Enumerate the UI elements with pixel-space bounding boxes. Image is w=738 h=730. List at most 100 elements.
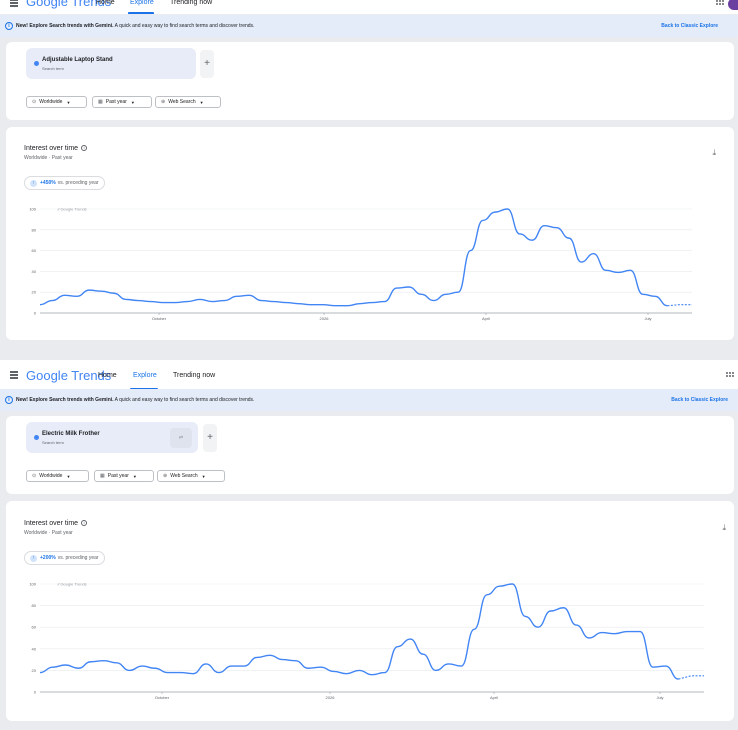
partial-data-line — [667, 304, 692, 307]
change-value: +450% — [40, 180, 56, 186]
gemini-banner: i New! Explore Search trends with Gemini… — [0, 389, 738, 411]
property-dropdown[interactable]: ⊕ Web Search ▼ — [157, 470, 225, 482]
add-term-button[interactable]: + — [200, 50, 214, 78]
change-suffix: vs. preceding year — [57, 180, 99, 186]
period-value: Past year — [107, 473, 129, 479]
chevron-down-icon: ▼ — [201, 473, 206, 479]
period-dropdown[interactable]: ▦ Past year ▼ — [92, 96, 152, 108]
tab-explore[interactable]: Explore — [130, 0, 154, 6]
apps-grid-icon[interactable] — [726, 372, 734, 380]
y-tick-label: 60 — [32, 248, 37, 253]
trends-panel-1: Google Trends Home Explore Trending now … — [0, 0, 738, 352]
location-pin-icon: ⊙ — [32, 99, 37, 105]
change-chip: ↑ +200% vs. preceding year — [24, 551, 105, 565]
back-to-classic-link[interactable]: Back to Classic Explore — [671, 397, 728, 403]
y-tick-label: 100 — [29, 582, 36, 587]
download-icon[interactable]: ⤓ — [722, 523, 726, 533]
change-chip: ↑ +450% vs. preceding year — [24, 176, 105, 190]
tab-explore[interactable]: Explore — [133, 372, 157, 379]
x-tick-label: April — [490, 695, 498, 700]
download-icon[interactable]: ⤓ — [712, 148, 716, 158]
card-title: Interest over time i — [24, 145, 88, 152]
top-bar: Google Trends Home Explore Trending now — [0, 360, 738, 390]
y-tick-label: 20 — [32, 668, 37, 673]
series-color-dot — [34, 61, 39, 66]
menu-icon[interactable] — [10, 0, 24, 9]
y-tick-label: 40 — [32, 269, 37, 274]
partial-data-line — [678, 675, 704, 680]
search-term-name: Electric Milk Frother — [42, 431, 100, 437]
chevron-down-icon: ▼ — [132, 473, 137, 479]
period-value: Past year — [105, 99, 127, 105]
card-subtitle: Worldwide · Past year — [24, 530, 73, 536]
property-value: Web Search — [168, 99, 196, 105]
x-tick-label: 2026 — [326, 695, 336, 700]
chevron-down-icon: ▼ — [199, 99, 204, 105]
compare-icon[interactable]: ⇄ — [170, 428, 192, 448]
banner-text: New! Explore Search trends with Gemini. … — [16, 397, 255, 403]
globe-icon: ⊕ — [161, 99, 166, 105]
banner-text: New! Explore Search trends with Gemini. … — [16, 23, 255, 29]
change-value: +200% — [40, 555, 56, 561]
y-tick-label: 60 — [32, 625, 37, 630]
series-color-dot — [34, 435, 39, 440]
search-term-label: Search term — [42, 440, 64, 445]
search-term-chip[interactable]: Adjustable Laptop Stand Search term — [26, 48, 196, 79]
interest-over-time-card: Interest over time i Worldwide · Past yea… — [6, 127, 734, 340]
apps-grid-icon[interactable] — [716, 0, 724, 8]
location-dropdown[interactable]: ⊙ Worldwide ▼ — [26, 96, 87, 108]
info-icon: i — [5, 396, 13, 404]
gemini-banner: i New! Explore Search trends with Gemini… — [0, 15, 738, 37]
card-subtitle: Worldwide · Past year — [24, 155, 73, 161]
location-value: Worldwide — [39, 99, 63, 105]
calendar-icon: ▦ — [98, 99, 103, 105]
x-tick-label: July — [656, 695, 663, 700]
x-tick-label: October — [152, 316, 167, 321]
google-trends-watermark: ⁄⁄ Google Trends — [57, 207, 87, 212]
interest-chart: 0 20 40 60 80 100 ⁄⁄ Google Trends October 2026 A… — [29, 207, 692, 321]
info-icon[interactable]: i — [81, 520, 88, 527]
arrow-up-icon: ↑ — [30, 554, 37, 562]
x-tick-label: October — [155, 695, 170, 700]
property-dropdown[interactable]: ⊕ Web Search ▼ — [155, 96, 221, 108]
arrow-up-icon: ↑ — [30, 179, 37, 187]
chevron-down-icon: ▼ — [66, 473, 71, 479]
google-trends-watermark: ⁄⁄ Google Trends — [57, 582, 87, 587]
search-term-chip[interactable]: Electric Milk Frother Search term ⇄ — [26, 422, 198, 453]
tab-trending-now[interactable]: Trending now — [173, 372, 215, 379]
avatar[interactable] — [728, 0, 738, 10]
search-term-label: Search term — [42, 66, 64, 71]
info-icon[interactable]: i — [81, 145, 88, 152]
info-icon: i — [5, 22, 13, 30]
menu-icon[interactable] — [10, 371, 24, 381]
property-value: Web Search — [170, 473, 198, 479]
x-tick-label: 2026 — [320, 316, 330, 321]
add-term-button[interactable]: + — [203, 424, 217, 452]
chevron-down-icon: ▼ — [130, 99, 135, 105]
interest-chart: 0 20 40 60 80 100 ⁄⁄ Google Trends October 2026 A… — [29, 582, 704, 700]
tab-home[interactable]: Home — [98, 372, 117, 379]
y-tick-label: 100 — [29, 207, 36, 212]
location-dropdown[interactable]: ⊙ Worldwide ▼ — [26, 470, 89, 482]
y-tick-label: 80 — [32, 603, 37, 608]
top-bar: Google Trends Home Explore Trending now — [0, 0, 738, 14]
tab-trending-now[interactable]: Trending now — [170, 0, 212, 6]
change-suffix: vs. preceding year — [57, 555, 99, 561]
interest-over-time-card: Interest over time i Worldwide · Past yea… — [6, 501, 734, 721]
series-line — [39, 208, 668, 307]
search-card: Electric Milk Frother Search term ⇄ + ⊙ W… — [6, 416, 734, 494]
y-tick-label: 20 — [32, 290, 37, 295]
card-title: Interest over time i — [24, 520, 88, 527]
calendar-icon: ▦ — [100, 473, 105, 479]
search-card: Adjustable Laptop Stand Search term + ⊙ W… — [6, 42, 734, 120]
back-to-classic-link[interactable]: Back to Classic Explore — [661, 23, 718, 29]
tab-home[interactable]: Home — [96, 0, 115, 6]
location-pin-icon: ⊙ — [32, 473, 37, 479]
search-term-name: Adjustable Laptop Stand — [42, 57, 113, 63]
period-dropdown[interactable]: ▦ Past year ▼ — [94, 470, 154, 482]
globe-icon: ⊕ — [163, 473, 168, 479]
series-line — [39, 583, 679, 680]
x-tick-label: April — [482, 316, 490, 321]
tab-indicator — [128, 12, 154, 14]
y-tick-label: 80 — [32, 227, 37, 232]
